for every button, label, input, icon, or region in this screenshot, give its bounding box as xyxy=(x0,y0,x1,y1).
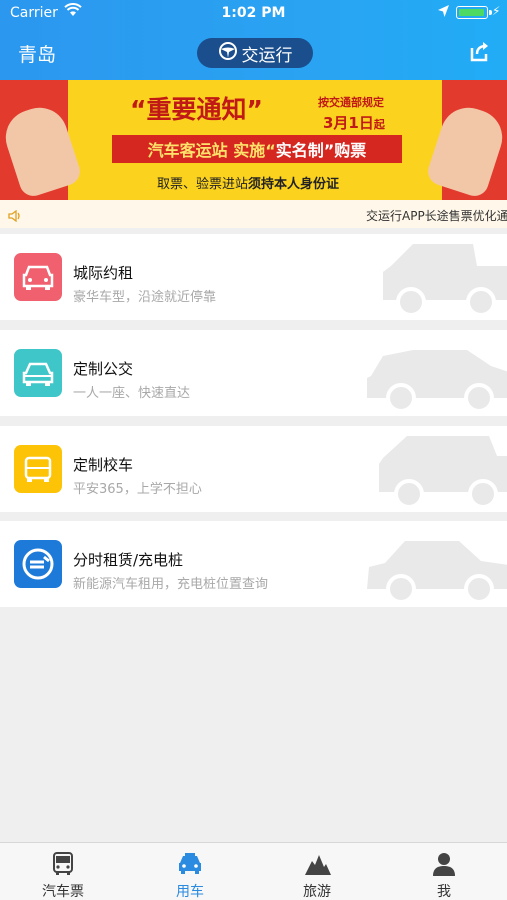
banner-id-note: 取票、验票进站须持本人身份证 xyxy=(157,177,340,192)
tab-travel[interactable]: 旅游 xyxy=(254,843,380,900)
service-card-rental-charging[interactable]: 分时租赁/充电桩 新能源汽车租用，充电桩位置查询 xyxy=(0,521,507,607)
banner-heading: “重要通知” xyxy=(130,95,263,124)
share-icon[interactable] xyxy=(470,40,490,66)
service-subtitle: 豪华车型，沿途就近停靠 xyxy=(73,290,217,305)
service-subtitle: 平安365，上学不担心 xyxy=(73,482,202,497)
tab-me[interactable]: 我 xyxy=(381,843,507,900)
banner-strip: 汽车客运站 实施“ 实名制 ”购票 xyxy=(112,135,402,163)
tab-bar: 汽车票 用车 旅游 我 xyxy=(0,842,507,900)
van-watermark-icon xyxy=(373,428,507,512)
tab-label: 汽车票 xyxy=(42,884,84,900)
speaker-icon xyxy=(8,207,22,226)
announcement-marquee[interactable]: 交运行APP长途售票优化通知 xyxy=(0,200,507,228)
service-card-school-bus[interactable]: 定制校车 平安365，上学不担心 xyxy=(0,426,507,512)
steering-wheel-icon xyxy=(218,41,238,66)
car-icon xyxy=(177,851,203,881)
location-arrow-icon xyxy=(437,4,450,22)
brand-badge[interactable]: 交运行 xyxy=(197,38,313,68)
mountain-icon xyxy=(304,851,332,881)
brand-title: 交运行 xyxy=(241,45,293,66)
tab-car[interactable]: 用车 xyxy=(127,843,253,900)
battery-icon xyxy=(456,6,492,19)
service-subtitle: 一人一座、快速直达 xyxy=(73,386,191,401)
tab-label: 我 xyxy=(437,884,451,900)
service-card-custom-bus[interactable]: 定制公交 一人一座、快速直达 xyxy=(0,330,507,416)
service-subtitle: 新能源汽车租用，充电桩位置查询 xyxy=(73,577,269,592)
status-bar: Carrier 1:02 PM ⚡ xyxy=(0,0,507,28)
tab-bus-tickets[interactable]: 汽车票 xyxy=(0,843,126,900)
service-title: 城际约租 xyxy=(73,264,134,282)
charging-bolt-icon: ⚡ xyxy=(492,4,501,18)
notice-banner[interactable]: “重要通知” 按交通部规定 3月1日起 汽车客运站 实施“ 实名制 ”购票 取票、验… xyxy=(0,80,507,200)
jeep-watermark-icon xyxy=(373,236,507,320)
intercity-car-icon xyxy=(14,253,62,301)
tab-label: 用车 xyxy=(176,884,204,900)
service-title: 定制校车 xyxy=(73,456,134,474)
custom-bus-icon xyxy=(14,349,62,397)
school-bus-icon xyxy=(14,445,62,493)
bus-icon xyxy=(50,851,76,881)
rental-charging-icon xyxy=(14,540,62,588)
sedan-watermark-icon xyxy=(363,523,507,607)
city-selector[interactable]: 青岛 xyxy=(18,40,56,67)
tab-label: 旅游 xyxy=(303,884,331,900)
car-watermark-icon xyxy=(363,332,507,416)
clock: 1:02 PM xyxy=(221,5,286,21)
person-icon xyxy=(431,851,457,881)
service-title: 定制公交 xyxy=(73,360,134,378)
service-card-intercity[interactable]: 城际约租 豪华车型，沿途就近停靠 xyxy=(0,234,507,320)
marquee-text: 交运行APP长途售票优化通知 xyxy=(366,209,507,223)
app-header: Carrier 1:02 PM ⚡ 青岛 交运行 xyxy=(0,0,507,80)
service-title: 分时租赁/充电桩 xyxy=(73,551,184,569)
banner-rule: 按交通部规定 xyxy=(318,96,384,109)
banner-date: 3月1日起 xyxy=(323,114,385,132)
